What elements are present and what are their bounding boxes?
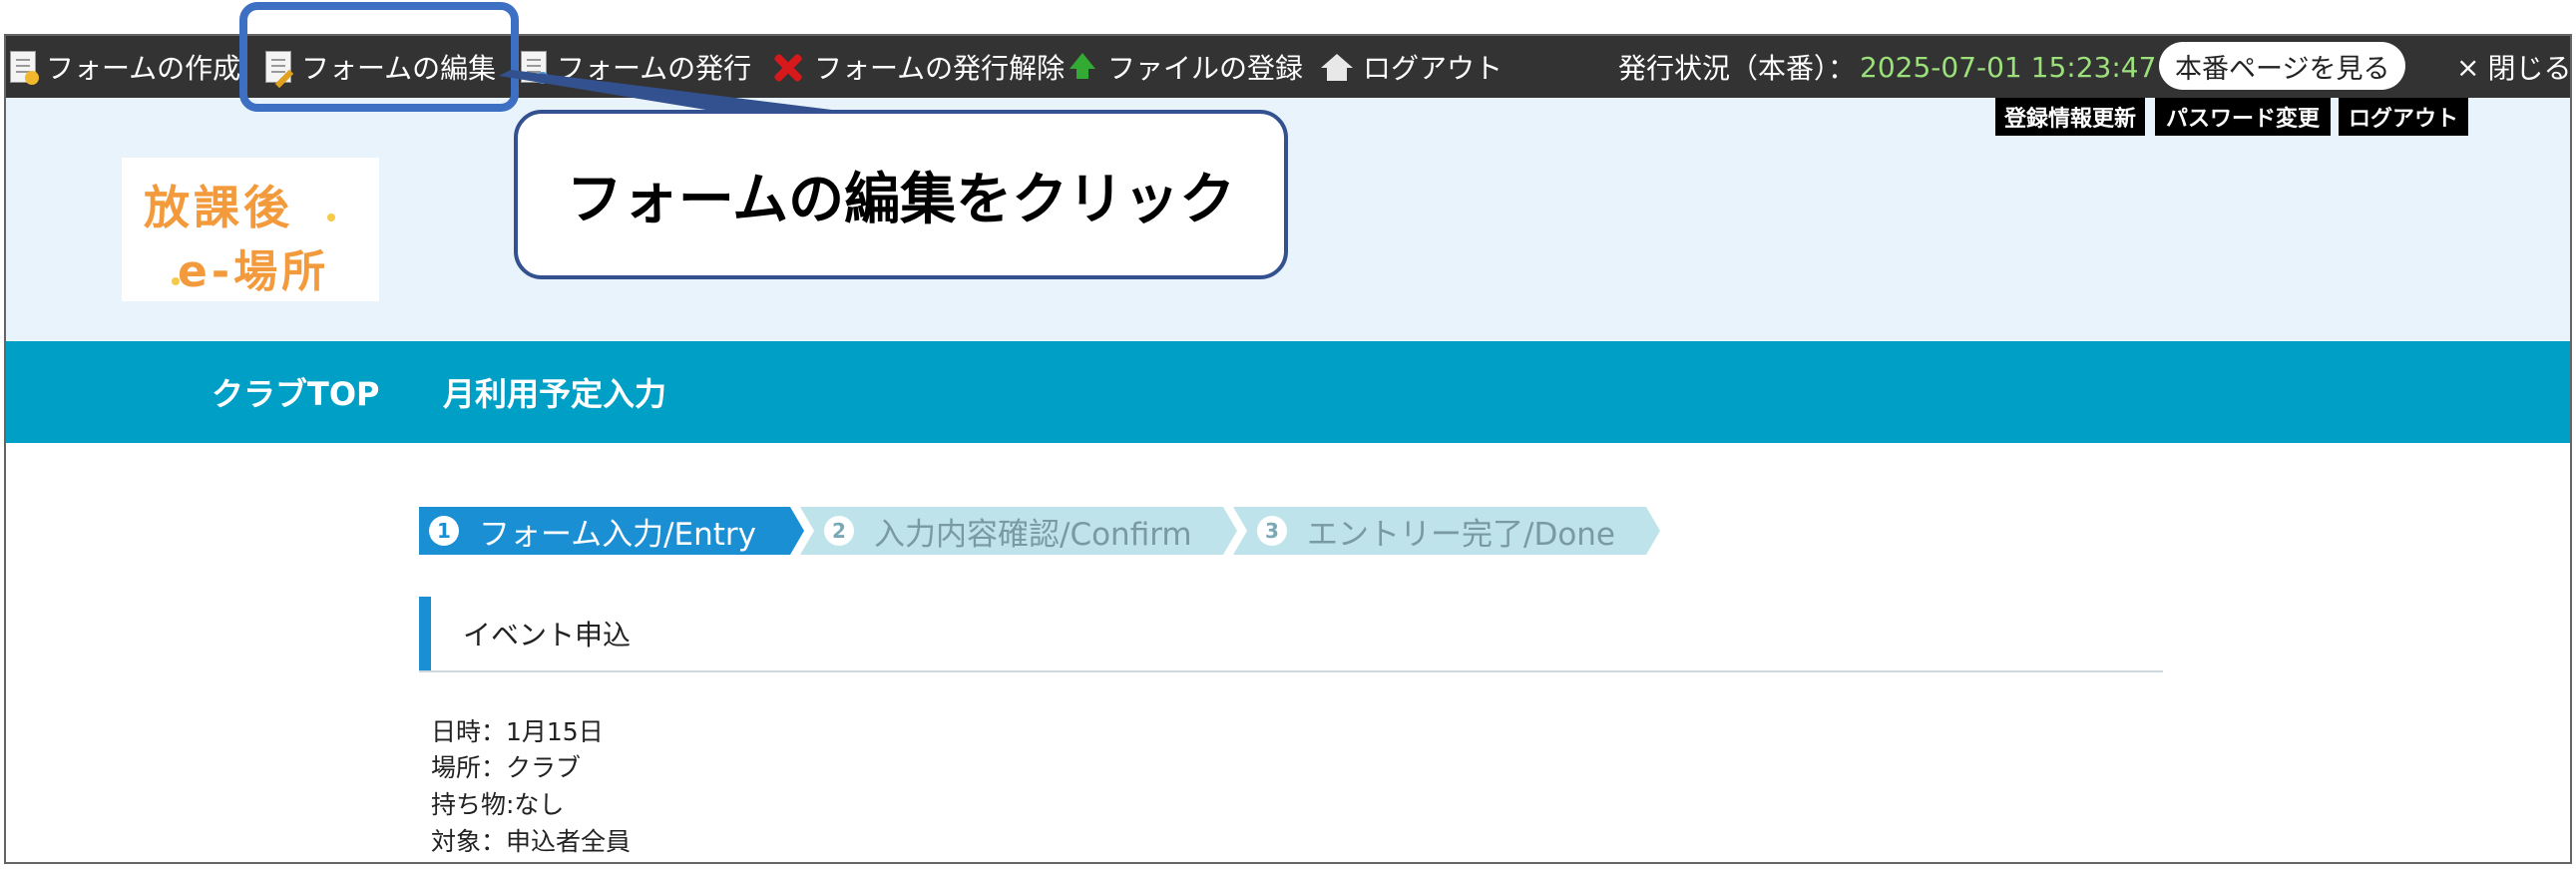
instruction-callout: フォームの編集をクリック [514, 110, 1288, 279]
callout-pointer [499, 70, 848, 112]
callout-pointer-shape [499, 70, 848, 112]
